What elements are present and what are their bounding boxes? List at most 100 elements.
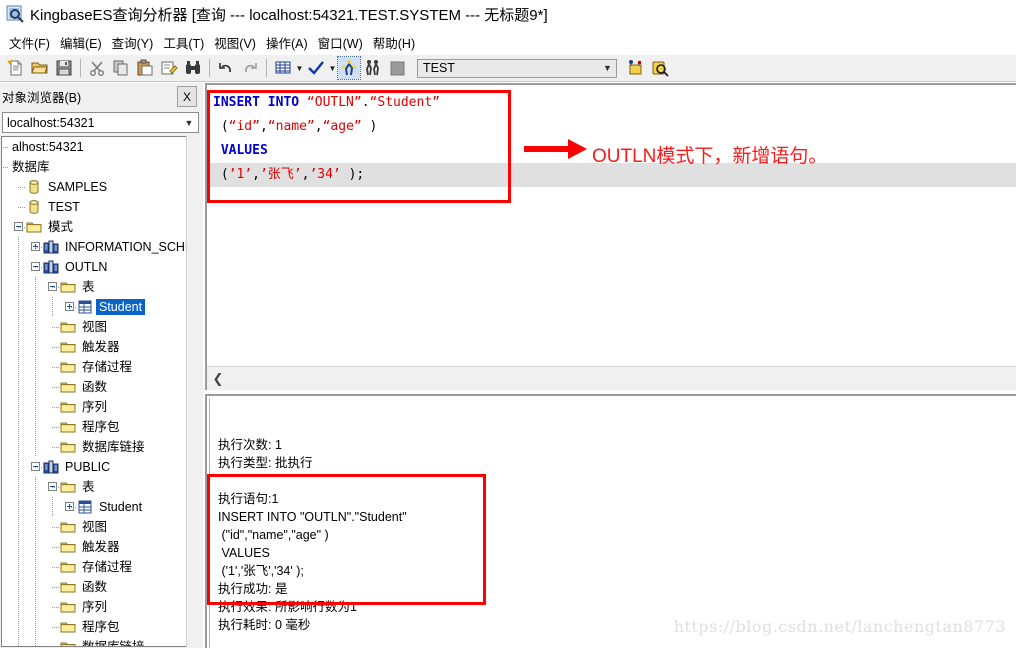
grid-dropdown-caret-icon[interactable]: ▼ bbox=[295, 57, 304, 79]
tree-item-label: 数据库链接 bbox=[82, 440, 145, 454]
collapse-minus-icon[interactable] bbox=[47, 477, 60, 497]
tree-item[interactable]: 数据库链接 bbox=[2, 637, 200, 646]
collapse-minus-icon[interactable] bbox=[30, 457, 43, 477]
menu-window[interactable]: 窗口(W) bbox=[313, 31, 368, 54]
tree-item[interactable]: TEST bbox=[2, 197, 200, 217]
menu-tools[interactable]: 工具(T) bbox=[158, 31, 209, 54]
collapse-minus-icon[interactable] bbox=[47, 277, 60, 297]
chevron-down-icon[interactable]: ▼ bbox=[599, 60, 616, 77]
check-parse-icon[interactable] bbox=[305, 57, 327, 79]
tree-item-label: Student bbox=[99, 500, 143, 514]
tree-item[interactable]: 程序包 bbox=[2, 617, 200, 637]
tree-item[interactable]: 触发器 bbox=[2, 537, 200, 557]
editor-horizontal-scrollbar[interactable]: ❮ bbox=[207, 366, 1016, 390]
run-batch-icon[interactable] bbox=[362, 57, 384, 79]
tree-item-label: 数据库 bbox=[12, 160, 50, 174]
tree-item[interactable]: OUTLN bbox=[2, 257, 200, 277]
window-title: KingbaseES查询分析器 [查询 --- localhost:54321.… bbox=[30, 6, 548, 24]
app-window: KingbaseES查询分析器 [查询 --- localhost:54321.… bbox=[0, 0, 1016, 648]
stop-square-icon[interactable] bbox=[386, 57, 408, 79]
toolbar-separator bbox=[209, 59, 210, 77]
tree-item[interactable]: 表 bbox=[2, 477, 200, 497]
results-line: 执行次数: 1 bbox=[218, 438, 282, 452]
tree-item[interactable]: 序列 bbox=[2, 597, 200, 617]
collapse-minus-icon[interactable] bbox=[13, 217, 26, 237]
tree-item[interactable]: 视图 bbox=[2, 517, 200, 537]
tree-item[interactable]: PUBLIC bbox=[2, 457, 200, 477]
tree-item[interactable]: Student bbox=[2, 497, 200, 517]
redo-arrow-icon[interactable] bbox=[239, 57, 261, 79]
object-browser-icon[interactable] bbox=[625, 57, 647, 79]
folder-icon bbox=[60, 399, 76, 415]
tree-item[interactable]: 存储过程 bbox=[2, 557, 200, 577]
expand-plus-icon[interactable] bbox=[30, 237, 43, 257]
expand-plus-icon[interactable] bbox=[64, 297, 77, 317]
tree-item[interactable]: 数据库链接 bbox=[2, 437, 200, 457]
edit-note-icon[interactable] bbox=[158, 57, 180, 79]
tree-item[interactable]: 触发器 bbox=[2, 337, 200, 357]
tree-item-label: 程序包 bbox=[82, 420, 120, 434]
tree-item[interactable]: 表 bbox=[2, 277, 200, 297]
tree-item[interactable]: 序列 bbox=[2, 397, 200, 417]
tree-connector bbox=[47, 517, 60, 537]
copy-icon[interactable] bbox=[110, 57, 132, 79]
tree-connector bbox=[47, 617, 60, 637]
collapse-minus-icon[interactable] bbox=[30, 257, 43, 277]
database-combo[interactable]: TEST ▼ bbox=[417, 58, 617, 78]
toolbar: ▼ ▼ TEST ▼ bbox=[0, 55, 1016, 82]
folder-icon bbox=[60, 639, 76, 646]
tree-item[interactable]: INFORMATION_SCHEMA bbox=[2, 237, 200, 257]
connection-combo-value: localhost:54321 bbox=[7, 115, 95, 130]
object-tree[interactable]: alhost:54321 数据库 SAMPLES TEST 模式 INFORMATION_… bbox=[1, 136, 200, 647]
save-disk-icon[interactable] bbox=[53, 57, 75, 79]
open-folder-icon[interactable] bbox=[29, 57, 51, 79]
menu-help[interactable]: 帮助(H) bbox=[368, 31, 420, 54]
inspect-magnifier-icon[interactable] bbox=[649, 57, 671, 79]
run-execute-icon[interactable] bbox=[337, 56, 361, 80]
menu-file[interactable]: 文件(F) bbox=[4, 31, 55, 54]
tree-item[interactable]: SAMPLES bbox=[2, 177, 200, 197]
tree-item[interactable]: alhost:54321 bbox=[2, 137, 200, 157]
menu-view[interactable]: 视图(V) bbox=[209, 31, 261, 54]
menu-query[interactable]: 查询(Y) bbox=[107, 31, 159, 54]
close-icon[interactable]: X bbox=[177, 86, 197, 107]
tree-connector bbox=[2, 137, 9, 157]
tree-item[interactable]: 数据库 bbox=[2, 157, 200, 177]
chevron-left-icon[interactable]: ❮ bbox=[207, 368, 229, 390]
tree-connector bbox=[47, 637, 60, 646]
tree-item[interactable]: 函数 bbox=[2, 577, 200, 597]
find-binoculars-icon[interactable] bbox=[182, 57, 204, 79]
chevron-down-icon[interactable]: ▼ bbox=[180, 118, 198, 128]
grid-table-icon[interactable] bbox=[272, 57, 294, 79]
tree-item-label: 触发器 bbox=[82, 540, 120, 554]
check-dropdown-caret-icon[interactable]: ▼ bbox=[328, 57, 337, 79]
results-line: 执行耗时: 0 毫秒 bbox=[218, 618, 311, 632]
cut-scissors-icon[interactable] bbox=[86, 57, 108, 79]
tree-vertical-scrollbar[interactable] bbox=[186, 136, 200, 647]
folder-icon bbox=[26, 219, 42, 235]
tree-item[interactable]: Student bbox=[2, 297, 200, 317]
paste-clipboard-icon[interactable] bbox=[134, 57, 156, 79]
folder-icon bbox=[60, 379, 76, 395]
toolbar-separator bbox=[80, 59, 81, 77]
tree-connector bbox=[47, 577, 60, 597]
tree-item[interactable]: 存储过程 bbox=[2, 357, 200, 377]
connection-combo[interactable]: localhost:54321 ▼ bbox=[2, 112, 199, 133]
tree-item-label: INFORMATION_SCHEMA bbox=[65, 240, 200, 254]
tree-connector bbox=[2, 157, 9, 177]
object-browser-header: 对象浏览器(B) X bbox=[0, 83, 203, 109]
tree-item[interactable]: 函数 bbox=[2, 377, 200, 397]
tree-item[interactable]: 视图 bbox=[2, 317, 200, 337]
tree-item[interactable]: 模式 bbox=[2, 217, 200, 237]
tree-item-label: 序列 bbox=[82, 600, 108, 614]
tree-item-label: 表 bbox=[82, 480, 95, 494]
tree-item[interactable]: 程序包 bbox=[2, 417, 200, 437]
new-document-icon[interactable] bbox=[5, 57, 27, 79]
menu-action[interactable]: 操作(A) bbox=[261, 31, 313, 54]
menu-edit[interactable]: 编辑(E) bbox=[55, 31, 107, 54]
undo-arrow-icon[interactable] bbox=[215, 57, 237, 79]
tree-item-label: 视图 bbox=[82, 520, 108, 534]
tree-connector bbox=[47, 397, 60, 417]
expand-plus-icon[interactable] bbox=[64, 497, 77, 517]
results-line: 执行类型: 批执行 bbox=[218, 456, 313, 470]
